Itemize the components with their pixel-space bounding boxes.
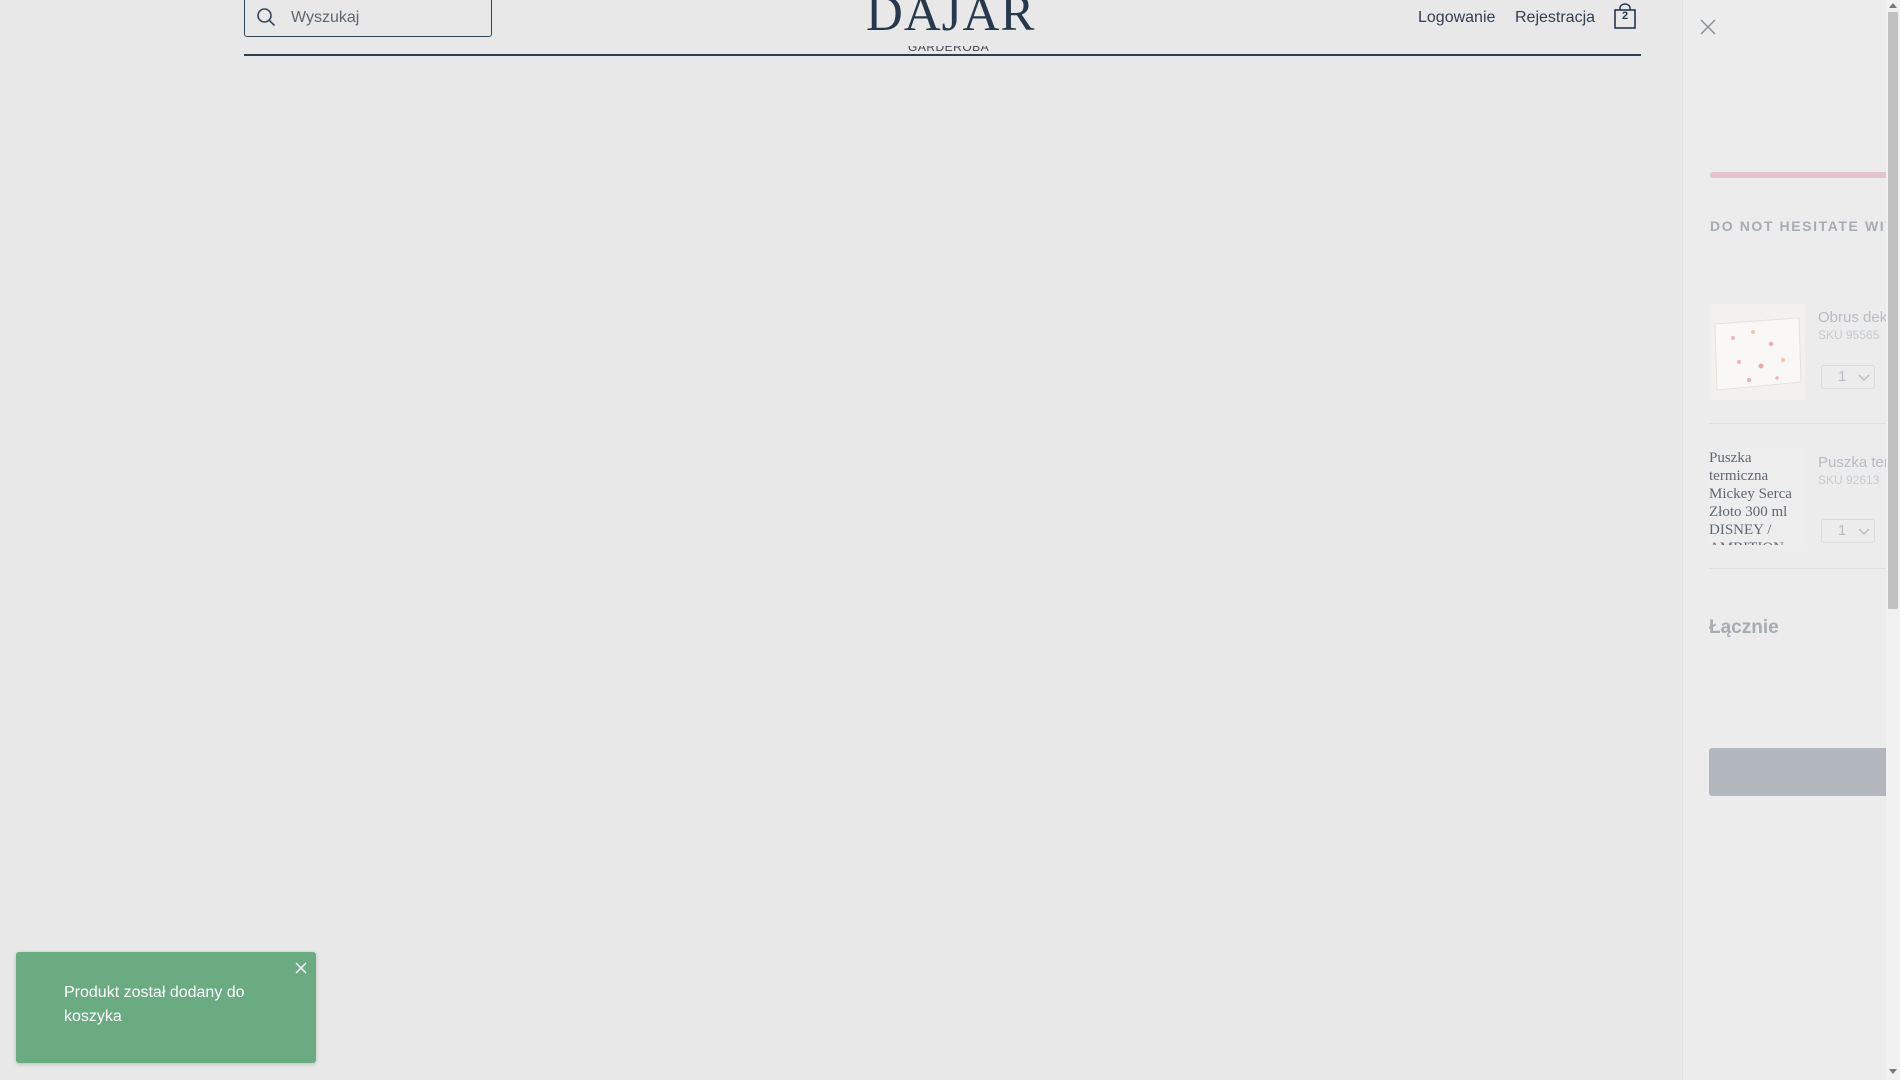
cart-button[interactable]: 2 (1612, 3, 1638, 29)
cart-drawer: DO NOT HESITATE WITH Obrus dek SKU 95565… (1682, 0, 1900, 1080)
item-sku: SKU 95565 (1818, 328, 1880, 342)
chevron-down-icon (1858, 374, 1870, 381)
quantity-select[interactable]: 1 (1821, 365, 1875, 389)
free-shipping-heading: DO NOT HESITATE WITH (1710, 218, 1900, 234)
product-image[interactable] (1709, 304, 1805, 400)
quantity-select[interactable]: 1 (1821, 519, 1875, 543)
item-divider (1709, 423, 1900, 424)
page-scrollbar[interactable] (1886, 0, 1900, 1080)
item-name[interactable]: Obrus dek (1818, 309, 1887, 326)
item-divider (1709, 568, 1900, 569)
total-label: Łącznie (1709, 617, 1779, 638)
item-name[interactable]: Puszka ter (1818, 454, 1889, 471)
search-input[interactable] (289, 6, 483, 30)
chevron-down-icon (1858, 528, 1870, 535)
register-link[interactable]: Rejestracja (1515, 9, 1595, 27)
free-shipping-progress (1710, 172, 1890, 178)
scroll-up-arrow[interactable] (1889, 3, 1897, 8)
scroll-thumb[interactable] (1888, 12, 1898, 609)
tablecloth-image (1709, 304, 1805, 400)
login-link[interactable]: Logowanie (1418, 9, 1495, 27)
search-box[interactable] (244, 0, 492, 37)
checkout-button[interactable] (1709, 748, 1900, 796)
product-image-alt[interactable]: Puszka termiczna Mickey Serca Złoto 300 … (1709, 449, 1805, 545)
scroll-down-arrow[interactable] (1889, 1069, 1897, 1074)
site-header: DAJAR GARDEROBA Logowanie Rejestracja 2 (0, 0, 1682, 58)
added-to-cart-toast: Produkt został dodany do koszyka (16, 952, 316, 1063)
close-icon[interactable] (1699, 18, 1717, 36)
header-divider (244, 54, 1641, 56)
item-sku: SKU 92613 (1818, 473, 1880, 487)
close-icon[interactable] (294, 961, 308, 975)
search-icon (257, 8, 276, 27)
logo[interactable]: DAJAR (866, 0, 1034, 42)
cart-count-badge: 2 (1621, 10, 1629, 22)
toast-message: Produkt został dodany do koszyka (64, 984, 245, 1025)
